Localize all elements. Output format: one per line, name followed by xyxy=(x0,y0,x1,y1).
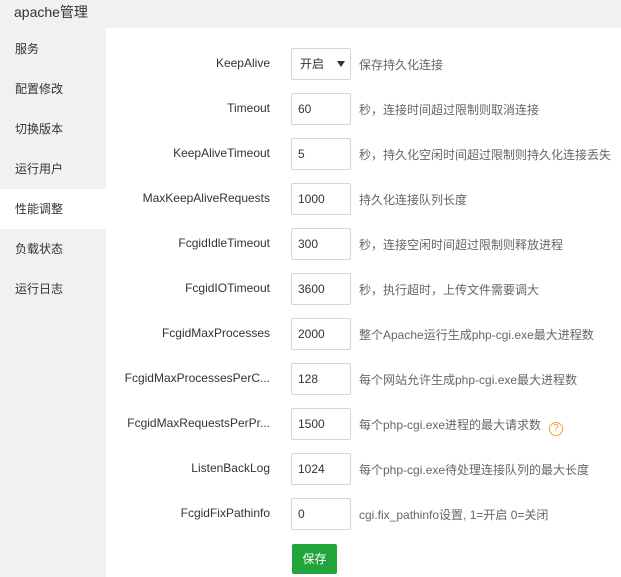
fcgid-fix-pathinfo-input[interactable] xyxy=(291,498,351,530)
field-label: ListenBackLog xyxy=(191,461,270,475)
field-label: KeepAlive xyxy=(215,56,270,70)
field-description: 秒，连接时间超过限制则取消连接 xyxy=(359,103,540,117)
form-row: KeepAlive 开启 保存持久化连接 xyxy=(106,48,621,80)
form-row: KeepAliveTimeout 秒，持久化空闲时间超过限制则持久化连接丢失 xyxy=(106,138,621,170)
listen-backlog-input[interactable] xyxy=(291,453,351,485)
field-label: FcgidMaxProcessesPerC... xyxy=(124,371,270,385)
field-description: 每个php-cgi.exe进程的最大请求数? xyxy=(359,416,564,436)
form-row: FcgidIdleTimeout 秒，连接空闲时间超过限制则释放进程 xyxy=(106,228,621,260)
field-label: FcgidIOTimeout xyxy=(185,281,270,295)
performance-form: KeepAlive 开启 保存持久化连接 Timeout 秒，连接时间超过限制则… xyxy=(106,28,621,577)
field-description: 秒，执行超时，上传文件需要调大 xyxy=(359,283,540,297)
field-label: FcgidIdleTimeout xyxy=(178,236,270,250)
field-label: MaxKeepAliveRequests xyxy=(142,191,270,205)
window-title: apache管理 xyxy=(14,4,88,20)
form-row: FcgidMaxProcesses 整个Apache运行生成php-cgi.ex… xyxy=(106,318,621,350)
timeout-input[interactable] xyxy=(291,93,351,125)
sidebar-item-run-user[interactable]: 运行用户 xyxy=(0,149,106,189)
fcgid-max-requests-per-process-input[interactable] xyxy=(291,408,351,440)
form-row: MaxKeepAliveRequests 持久化连接队列长度 xyxy=(106,183,621,215)
field-description-text: 每个php-cgi.exe进程的最大请求数 xyxy=(359,418,542,432)
form-row: FcgidIOTimeout 秒，执行超时，上传文件需要调大 xyxy=(106,273,621,305)
sidebar: 服务 配置修改 切换版本 运行用户 性能调整 负载状态 运行日志 xyxy=(0,28,106,577)
help-icon[interactable]: ? xyxy=(549,422,564,436)
form-row: FcgidMaxRequestsPerPr... 每个php-cgi.exe进程… xyxy=(106,408,621,440)
form-row: ListenBackLog 每个php-cgi.exe待处理连接队列的最大长度 xyxy=(106,453,621,485)
field-label: FcgidMaxProcesses xyxy=(161,326,270,340)
field-label: KeepAliveTimeout xyxy=(173,146,270,160)
sidebar-item-service[interactable]: 服务 xyxy=(0,29,106,69)
field-description: 秒，连接空闲时间超过限制则释放进程 xyxy=(359,238,564,252)
field-description: 每个php-cgi.exe待处理连接队列的最大长度 xyxy=(359,463,590,477)
keepalive-select[interactable]: 开启 xyxy=(291,48,351,80)
fcgid-max-processes-input[interactable] xyxy=(291,318,351,350)
fcgid-idle-timeout-input[interactable] xyxy=(291,228,351,260)
form-row: FcgidFixPathinfo cgi.fix_pathinfo设置, 1=开… xyxy=(106,498,621,530)
select-value: 开启 xyxy=(300,57,325,71)
max-keepalive-requests-input[interactable] xyxy=(291,183,351,215)
field-label: FcgidFixPathinfo xyxy=(180,506,270,520)
chevron-down-icon xyxy=(337,61,345,67)
field-description: cgi.fix_pathinfo设置, 1=开启 0=关闭 xyxy=(359,508,549,522)
field-description: 持久化连接队列长度 xyxy=(359,193,468,207)
sidebar-item-performance[interactable]: 性能调整 xyxy=(0,189,106,229)
keepalive-timeout-input[interactable] xyxy=(291,138,351,170)
field-description: 秒，持久化空闲时间超过限制则持久化连接丢失 xyxy=(359,148,612,162)
field-description: 保存持久化连接 xyxy=(359,58,444,72)
field-label: Timeout xyxy=(227,101,270,115)
field-description: 整个Apache运行生成php-cgi.exe最大进程数 xyxy=(359,328,594,342)
sidebar-item-config[interactable]: 配置修改 xyxy=(0,69,106,109)
title-bar: apache管理 xyxy=(0,0,621,28)
field-label: FcgidMaxRequestsPerPr... xyxy=(127,416,270,430)
sidebar-item-load-status[interactable]: 负载状态 xyxy=(0,229,106,269)
form-row: Timeout 秒，连接时间超过限制则取消连接 xyxy=(106,93,621,125)
field-description: 每个网站允许生成php-cgi.exe最大进程数 xyxy=(359,373,578,387)
sidebar-item-run-log[interactable]: 运行日志 xyxy=(0,269,106,309)
fcgid-io-timeout-input[interactable] xyxy=(291,273,351,305)
sidebar-item-version[interactable]: 切换版本 xyxy=(0,109,106,149)
form-row: FcgidMaxProcessesPerC... 每个网站允许生成php-cgi… xyxy=(106,363,621,395)
fcgid-max-processes-per-class-input[interactable] xyxy=(291,363,351,395)
save-button[interactable]: 保存 xyxy=(292,544,337,574)
